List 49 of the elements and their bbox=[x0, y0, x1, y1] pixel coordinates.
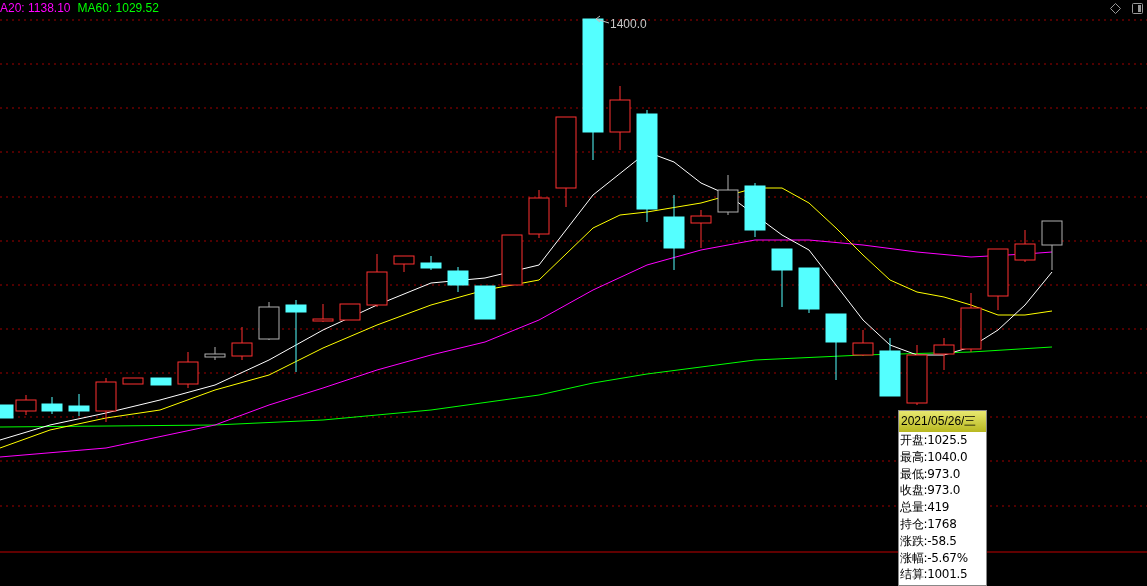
candlestick bbox=[447, 266, 469, 293]
candlestick bbox=[933, 337, 955, 371]
tooltip-row-text: 涨跌:-58.5 bbox=[899, 532, 958, 550]
panel-toggle-icon[interactable] bbox=[1132, 3, 1143, 14]
tooltip-row-text: 持仓:1768 bbox=[899, 516, 958, 533]
candlestick bbox=[852, 329, 874, 357]
candlestick bbox=[68, 393, 90, 417]
indicator-value: A20: 1138.10 bbox=[0, 0, 71, 16]
candlestick bbox=[474, 285, 496, 320]
candlestick bbox=[204, 346, 226, 361]
candlestick bbox=[528, 189, 550, 239]
candlestick bbox=[825, 313, 847, 381]
diamond-icon[interactable] bbox=[1110, 3, 1121, 14]
tooltip-row-text: 最低:973.0 bbox=[899, 465, 961, 483]
candlestick bbox=[744, 182, 766, 238]
tooltip-row-text: 涨幅:-5.67% bbox=[899, 549, 969, 567]
candlestick bbox=[420, 255, 442, 271]
candlestick bbox=[1041, 220, 1063, 271]
arrow-icon bbox=[595, 15, 610, 24]
candlestick bbox=[1014, 229, 1036, 263]
candlestick bbox=[366, 253, 388, 308]
candlestick bbox=[609, 85, 631, 151]
candlestick bbox=[960, 292, 982, 353]
candlestick bbox=[150, 377, 172, 386]
tooltip-row-text: 开盘:1025.5 bbox=[899, 432, 969, 449]
candlestick bbox=[177, 351, 199, 389]
candlestick bbox=[906, 344, 928, 406]
candlestick bbox=[798, 267, 820, 314]
candlestick bbox=[41, 396, 63, 415]
candlestick bbox=[95, 377, 117, 423]
candlestick bbox=[231, 326, 253, 361]
candlestick bbox=[690, 209, 712, 249]
tooltip-date: 2021/05/26/三 bbox=[899, 411, 986, 432]
candlestick bbox=[339, 303, 361, 321]
tooltip-row-text: 总量:419 bbox=[899, 499, 951, 516]
candlestick bbox=[501, 234, 523, 286]
tooltip-row-text: 收盘:973.0 bbox=[899, 482, 961, 500]
candlestick bbox=[393, 255, 415, 273]
tooltip-row-text: 结算:1001.5 bbox=[899, 566, 969, 584]
candlestick bbox=[987, 248, 1009, 311]
candlestick bbox=[312, 303, 334, 323]
candlestick bbox=[771, 248, 793, 308]
indicator-value: MA60: 1029.52 bbox=[77, 0, 159, 16]
candlestick bbox=[879, 337, 901, 397]
candlestick bbox=[717, 174, 739, 216]
tooltip-row-text: 最高:1040.0 bbox=[899, 448, 969, 466]
candlestick bbox=[258, 301, 280, 341]
candlestick bbox=[122, 377, 144, 385]
peak-price-label: 1400.0 bbox=[610, 17, 647, 31]
